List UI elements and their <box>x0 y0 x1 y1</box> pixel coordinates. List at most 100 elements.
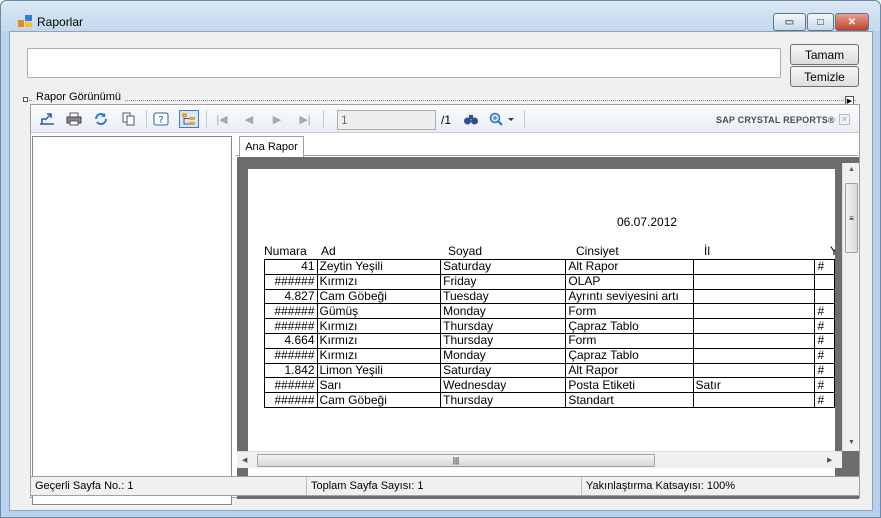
minimize-button[interactable]: ▭ <box>773 13 806 31</box>
report-page-area[interactable]: 06.07.2012 Numara Ad Soyad Cinsiyet İl Y… <box>237 157 859 499</box>
table-row: ###### Gümüş Monday Form # <box>264 303 835 320</box>
sap-brand-label: SAP CRYSTAL REPORTS® <box>716 115 835 125</box>
table-cell <box>692 288 816 305</box>
table-cell: ###### <box>264 318 318 334</box>
table-cell: Gümüş <box>316 303 442 320</box>
vertical-scroll-thumb[interactable]: ≡ <box>845 183 858 253</box>
title-bar[interactable]: Raporlar ▭ □ ✕ <box>1 1 880 31</box>
report-page: 06.07.2012 Numara Ad Soyad Cinsiyet İl Y… <box>248 169 835 483</box>
table-cell: Sarı <box>316 377 442 394</box>
table-cell: Tuesday <box>440 288 567 305</box>
table-cell: Çapraz Tablo <box>565 318 694 334</box>
table-cell: 4.827 <box>264 288 318 305</box>
table-cell: Form <box>565 332 694 349</box>
table-cell: Posta Etiketi <box>565 377 694 394</box>
scroll-down-icon[interactable]: ▼ <box>848 439 855 446</box>
table-cell: # <box>814 259 835 275</box>
table-row: ###### Cam Göbeği Thursday Standart # <box>264 392 835 408</box>
vertical-scrollbar[interactable]: ▲ ≡ ▼ <box>842 163 859 451</box>
scroll-left-icon[interactable]: ◀ <box>242 456 247 464</box>
next-page-icon[interactable]: ▶ <box>267 110 287 128</box>
group-divider <box>24 100 856 101</box>
copy-icon[interactable] <box>119 110 139 128</box>
ok-button[interactable]: Tamam <box>790 44 859 65</box>
table-cell <box>692 259 816 275</box>
horizontal-scrollbar[interactable]: ◀ ||| ▶ <box>237 451 842 468</box>
scroll-up-icon[interactable]: ▲ <box>848 166 855 173</box>
table-row: ###### Kırmızı Thursday Çapraz Tablo # <box>264 318 835 334</box>
minimize-icon: ▭ <box>784 16 795 28</box>
table-cell: Satır <box>692 377 816 394</box>
find-icon[interactable] <box>461 110 481 128</box>
crystal-report-viewer: ? |◀ ◀ ▶ ▶| /1 SAP C <box>30 104 860 505</box>
table-cell <box>692 332 816 349</box>
window-title: Raporlar <box>37 15 84 29</box>
form-client-area: Tamam Temizle Rapor Görünümü ▶ ? |◀ ◀ ▶ … <box>9 31 873 511</box>
table-cell: Monday <box>440 347 567 364</box>
table-cell: ###### <box>264 377 318 394</box>
table-cell: # <box>814 332 835 349</box>
toolbar-separator <box>146 110 147 128</box>
table-cell: Form <box>565 303 694 320</box>
table-cell: OLAP <box>565 273 694 290</box>
table-cell: ###### <box>264 273 318 290</box>
report-tab-strip: Ana Rapor <box>236 134 858 157</box>
column-header: Cinsiyet <box>576 244 619 258</box>
maximize-icon: □ <box>817 16 824 28</box>
export-icon[interactable] <box>37 110 57 128</box>
table-cell: ###### <box>264 392 318 408</box>
tab-main-report[interactable]: Ana Rapor <box>239 136 304 157</box>
table-cell: Alt Rapor <box>565 259 694 275</box>
help-icon[interactable]: ? <box>151 110 171 128</box>
zoom-icon[interactable] <box>487 110 517 128</box>
table-cell: Alt Rapor <box>565 362 694 379</box>
toolbar-separator <box>524 110 525 128</box>
last-page-icon[interactable]: ▶| <box>295 110 315 128</box>
clear-button[interactable]: Temizle <box>790 66 859 87</box>
scroll-right-icon[interactable]: ▶ <box>827 456 832 464</box>
report-date: 06.07.2012 <box>617 215 678 229</box>
toolbar-separator <box>206 110 207 128</box>
table-cell: Thursday <box>440 318 567 334</box>
refresh-icon[interactable] <box>91 110 111 128</box>
group-resize-handle[interactable] <box>23 97 28 102</box>
table-cell: Monday <box>440 303 567 320</box>
app-icon <box>18 15 32 27</box>
page-total: /1 <box>441 113 452 127</box>
table-cell: Saturday <box>440 362 567 379</box>
svg-text:?: ? <box>158 115 163 126</box>
table-row: 1.842 Limon Yeşili Saturday Alt Rapor # <box>264 362 835 379</box>
table-cell: Limon Yeşili <box>316 362 442 379</box>
status-current-page: Geçerli Sayfa No.: 1 <box>31 477 307 495</box>
table-row: ###### Kırmızı Friday OLAP <box>264 273 835 290</box>
table-row: 4.827 Cam Göbeği Tuesday Ayrıntı seviyesini… <box>264 288 835 305</box>
status-bar: Geçerli Sayfa No.: 1 Toplam Sayfa Sayısı… <box>30 476 860 496</box>
column-header: Numara <box>264 244 307 258</box>
report-table: 41 Zeytin Yeşili Saturday Alt Rapor # ###### K… <box>264 259 835 408</box>
maximize-button[interactable]: □ <box>807 13 834 31</box>
table-cell <box>692 362 816 379</box>
close-button[interactable]: ✕ <box>835 13 869 31</box>
group-tree-icon[interactable] <box>179 110 199 128</box>
table-row: ###### Sarı Wednesday Posta Etiketi Satır # <box>264 377 835 394</box>
table-cell: Kırmızı <box>316 347 442 364</box>
close-view-icon[interactable]: ✕ <box>839 114 850 125</box>
table-cell: ###### <box>264 347 318 364</box>
print-icon[interactable] <box>64 110 84 128</box>
table-cell: # <box>814 377 835 394</box>
column-header: Ad <box>321 244 336 258</box>
table-cell: Thursday <box>440 392 567 408</box>
table-cell: 4.664 <box>264 332 318 349</box>
viewer-toolbar: ? |◀ ◀ ▶ ▶| /1 SAP C <box>31 105 859 133</box>
first-page-icon[interactable]: |◀ <box>212 110 232 128</box>
close-icon: ✕ <box>847 16 857 28</box>
group-tree-panel[interactable] <box>32 136 232 505</box>
table-cell: Standart <box>565 392 694 408</box>
page-number-input[interactable] <box>337 110 436 130</box>
prev-page-icon[interactable]: ◀ <box>239 110 259 128</box>
table-cell <box>692 273 816 290</box>
table-cell: Kırmızı <box>316 318 442 334</box>
table-row: ###### Kırmızı Monday Çapraz Tablo # <box>264 347 835 364</box>
horizontal-scroll-thumb[interactable]: ||| <box>257 454 655 467</box>
parameter-input[interactable] <box>27 48 781 78</box>
